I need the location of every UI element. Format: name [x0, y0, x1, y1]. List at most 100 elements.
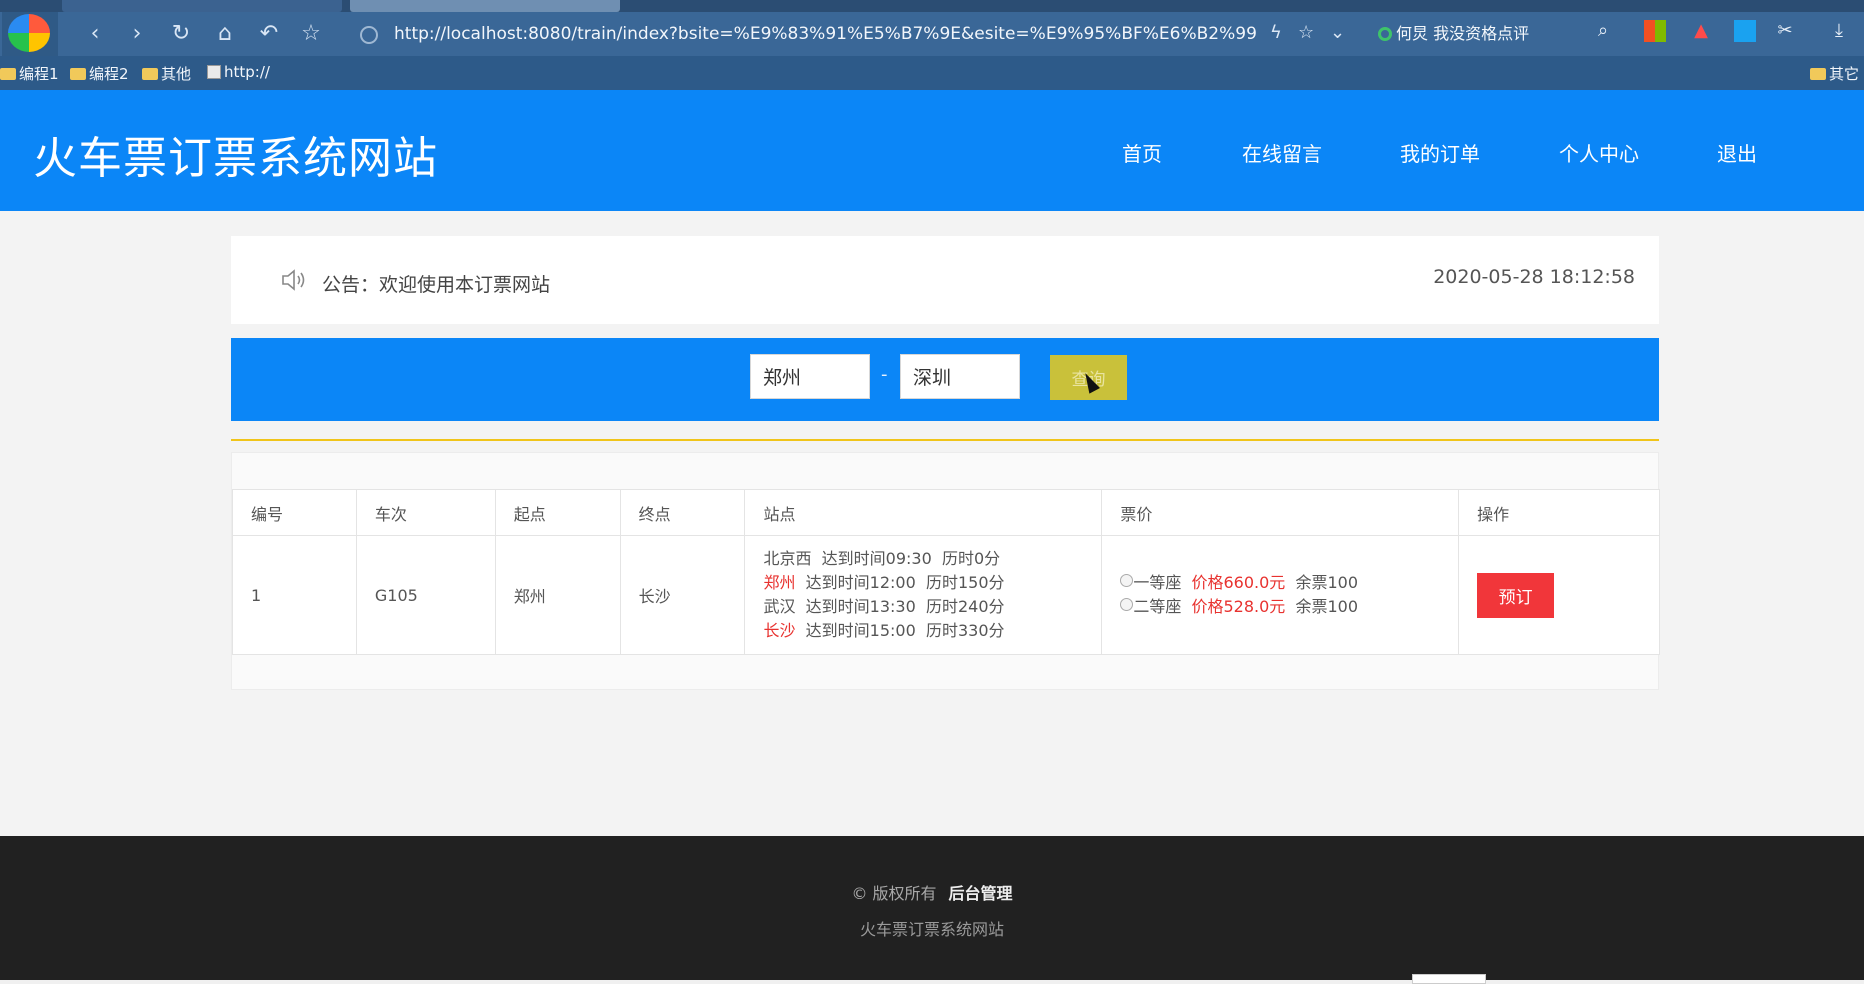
scissors-icon[interactable]: ✂ [1774, 20, 1796, 42]
from-station-input[interactable] [750, 354, 870, 399]
seat-price: 价格528.0元 [1191, 597, 1286, 616]
cell-stops: 北京西 达到时间09:30 历时0分 郑州 达到时间12:00 历时150分 武… [744, 535, 1103, 655]
folder-icon [142, 68, 158, 80]
seat-remain: 余票100 [1295, 597, 1359, 616]
address-bar-url[interactable]: http://localhost:8080/train/index?bsite=… [394, 24, 1257, 44]
favorite-star-icon[interactable]: ☆ [298, 22, 324, 48]
col-stops: 站点 [744, 489, 1103, 536]
stop-duration: 历时240分 [925, 597, 1005, 616]
cell-end: 长沙 [619, 535, 746, 655]
footer-site-name: 火车票订票系统网站 [859, 920, 1004, 939]
folder-icon [1810, 68, 1826, 80]
cell-price: 一等座 价格660.0元 余票100 二等座 价格528.0元 余票100 [1101, 535, 1460, 655]
stop-arrive: 达到时间15:00 [805, 621, 916, 640]
browser-toolbar: ‹ › ↻ ⌂ ↶ ☆ http://localhost:8080/train/… [0, 12, 1864, 56]
lightning-icon[interactable]: ϟ [1270, 22, 1282, 43]
bookmark-folder[interactable]: 编程2 [70, 63, 129, 84]
stop-item: 郑州 达到时间12:00 历时150分 [763, 571, 1101, 595]
browser-logo-icon[interactable] [2, 12, 58, 56]
to-station-input[interactable] [900, 354, 1020, 399]
forward-icon[interactable]: › [124, 22, 150, 48]
bookmark-link[interactable]: http:// [207, 63, 270, 81]
col-price: 票价 [1101, 489, 1460, 536]
seat-radio[interactable] [1120, 574, 1134, 587]
stop-item: 长沙 达到时间15:00 历时330分 [763, 619, 1101, 643]
stop-station: 郑州 [763, 573, 796, 592]
copyright-text: © 版权所有 [851, 884, 937, 903]
book-button[interactable]: 预订 [1477, 572, 1555, 618]
bookmarks-bar: 编程1 编程2 其他 http:// 其它 [0, 56, 1864, 90]
apps-icon[interactable] [1644, 20, 1666, 42]
search-icon[interactable]: ⌕ [1592, 20, 1614, 42]
nav-profile[interactable]: 个人中心 [1559, 138, 1639, 167]
browser-tab-active[interactable] [350, 0, 620, 12]
stop-duration: 历时330分 [925, 621, 1005, 640]
nav-message[interactable]: 在线留言 [1242, 138, 1322, 167]
col-train: 车次 [355, 489, 496, 536]
reload-icon[interactable]: ↻ [168, 22, 194, 48]
results-panel: 编号 车次 起点 终点 站点 票价 操作 1 G105 郑州 长沙 北京西 达到… [231, 452, 1660, 690]
home-icon[interactable]: ⌂ [212, 22, 238, 48]
promo-text[interactable]: 何炅 我没资格点评 [1396, 24, 1529, 43]
divider [231, 439, 1659, 441]
nav-my-orders[interactable]: 我的订单 [1400, 138, 1480, 167]
stop-arrive: 达到时间12:00 [805, 573, 916, 592]
bookmark-folder[interactable]: 编程1 [0, 63, 59, 84]
download-icon[interactable]: ⤓ [1828, 20, 1850, 42]
stop-station: 长沙 [763, 621, 796, 640]
bookmark-folder-other[interactable]: 其它 [1810, 63, 1859, 84]
admin-link[interactable]: 后台管理 [949, 884, 1013, 903]
news-promo[interactable]: 何炅 我没资格点评 [1378, 20, 1529, 44]
site-footer: © 版权所有 后台管理 火车票订票系统网站 [0, 836, 1864, 980]
seat-option[interactable]: 一等座 价格660.0元 余票100 [1120, 571, 1458, 595]
col-end: 终点 [619, 489, 746, 536]
seat-option[interactable]: 二等座 价格528.0元 余票100 [1120, 595, 1458, 619]
seat-type: 二等座 [1133, 597, 1182, 616]
bookmark-folder[interactable]: 其他 [142, 63, 191, 84]
nav-home[interactable]: 首页 [1122, 138, 1162, 167]
seat-type: 一等座 [1133, 573, 1182, 592]
back-icon[interactable]: ‹ [82, 22, 108, 48]
floating-widget[interactable] [1412, 974, 1486, 984]
bookmark-star-icon[interactable]: ☆ [1298, 22, 1314, 43]
col-id: 编号 [232, 489, 357, 536]
link-icon [207, 65, 221, 79]
site-title: 火车票订票系统网站 [33, 133, 438, 184]
table-header-row: 编号 车次 起点 终点 站点 票价 操作 [232, 489, 1660, 536]
stop-arrive: 达到时间13:30 [805, 597, 916, 616]
site-header: 火车票订票系统网站 首页 在线留言 我的订单 个人中心 退出 [0, 90, 1864, 211]
address-bar[interactable]: http://localhost:8080/train/index?bsite=… [360, 19, 1360, 51]
chevron-down-icon[interactable]: ⌄ [1330, 22, 1345, 43]
search-bar: - 查询 [231, 338, 1659, 421]
stop-duration: 历时0分 [941, 549, 1001, 568]
game-icon[interactable]: ▲ [1690, 20, 1712, 42]
folder-icon [70, 68, 86, 80]
stop-item: 武汉 达到时间13:30 历时240分 [763, 595, 1101, 619]
folder-icon [0, 68, 16, 80]
stop-station: 武汉 [763, 597, 796, 616]
undo-icon[interactable]: ↶ [256, 22, 282, 48]
bottom-strip [0, 980, 1864, 984]
stop-item: 北京西 达到时间09:30 历时0分 [763, 547, 1101, 571]
stop-duration: 历时150分 [925, 573, 1005, 592]
announcement-panel: 公告：欢迎使用本订票网站 2020-05-28 18:12:58 [231, 236, 1659, 324]
browser-tab[interactable] [62, 0, 342, 12]
nav-logout[interactable]: 退出 [1717, 138, 1757, 167]
seat-radio[interactable] [1120, 598, 1134, 611]
route-separator: - [881, 364, 888, 385]
current-datetime: 2020-05-28 18:12:58 [1433, 266, 1635, 288]
translate-icon[interactable] [1734, 20, 1756, 42]
train-table: 编号 车次 起点 终点 站点 票价 操作 1 G105 郑州 长沙 北京西 达到… [232, 489, 1660, 655]
copyright: © 版权所有 后台管理 [0, 880, 1864, 904]
table-row: 1 G105 郑州 长沙 北京西 达到时间09:30 历时0分 郑州 达到时间1… [232, 535, 1660, 655]
site-info-icon[interactable] [360, 26, 378, 44]
cell-id: 1 [232, 535, 357, 655]
browser-tabstrip [0, 0, 1864, 12]
col-start: 起点 [494, 489, 621, 536]
seat-remain: 余票100 [1295, 573, 1359, 592]
col-action: 操作 [1458, 489, 1660, 536]
cell-action: 预订 [1458, 535, 1660, 655]
cell-start: 郑州 [494, 535, 621, 655]
cell-train: G105 [355, 535, 496, 655]
announcement-text: 公告：欢迎使用本订票网站 [322, 274, 551, 296]
